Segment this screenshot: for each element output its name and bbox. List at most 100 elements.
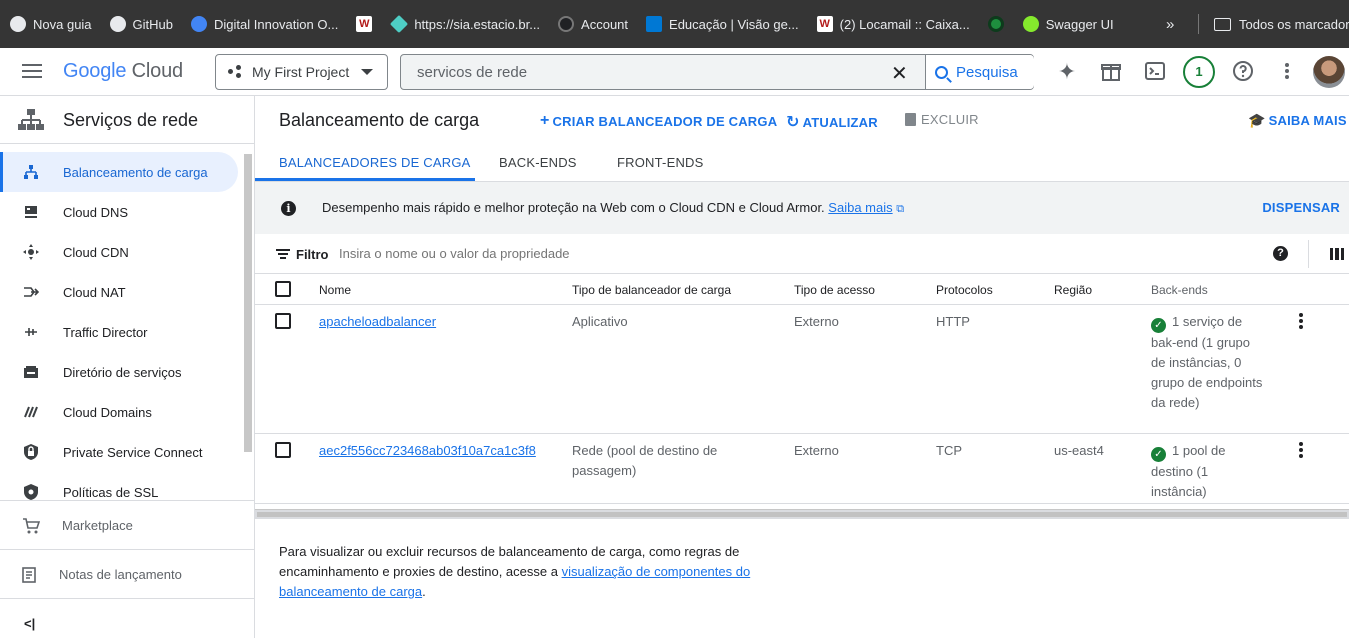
- learn-more-button[interactable]: 🎓 SAIBA MAIS: [1248, 112, 1347, 129]
- sidebar-item-label: Diretório de serviços: [63, 364, 182, 380]
- search-input[interactable]: [417, 64, 877, 81]
- sidebar-item-label: Políticas de SSL: [63, 484, 159, 500]
- sidebar-item-label: Balanceamento de carga: [63, 164, 208, 180]
- column-header-acesso[interactable]: Tipo de acesso: [794, 283, 875, 297]
- action-bar: Balanceamento de carga + CRIAR BALANCEAD…: [255, 96, 1349, 144]
- column-header-back-ends[interactable]: Back-ends: [1151, 283, 1208, 297]
- row-actions-icon[interactable]: [1299, 313, 1303, 331]
- bookmark-dio[interactable]: Digital Innovation O...: [181, 10, 346, 38]
- hamburger-menu-icon[interactable]: [22, 64, 42, 78]
- cloud-shell-icon[interactable]: [1143, 60, 1167, 84]
- close-icon[interactable]: ✕: [891, 61, 908, 86]
- lb-backends: ✓ 1 serviço de bak-end (1 grupo de instân…: [1151, 312, 1266, 413]
- logo-cloud: Cloud: [131, 60, 183, 82]
- column-header-tipo[interactable]: Tipo de balanceador de carga: [572, 283, 731, 297]
- sidebar-item-diretorio[interactable]: Diretório de serviços: [0, 352, 238, 392]
- help-icon[interactable]: ?: [1273, 246, 1288, 261]
- bookmark-label: GitHub: [132, 16, 174, 32]
- sidebar-item-label: Cloud NAT: [63, 284, 126, 300]
- gift-icon[interactable]: [1099, 60, 1123, 84]
- create-load-balancer-button[interactable]: + CRIAR BALANCEADOR DE CARGA: [540, 112, 777, 130]
- tab-front-ends[interactable]: FRONT-ENDS: [617, 155, 704, 170]
- bookmark-account[interactable]: Account: [548, 10, 636, 38]
- google-cloud-logo[interactable]: Google Cloud: [63, 60, 183, 83]
- sidebar-item-release-notes[interactable]: Notas de lançamento: [0, 549, 254, 599]
- filter-label: Filtro: [296, 247, 329, 262]
- row-checkbox[interactable]: [275, 442, 291, 458]
- column-header-regiao[interactable]: Região: [1054, 283, 1092, 297]
- sidebar-scrollbar[interactable]: [244, 154, 252, 452]
- row-actions-icon[interactable]: [1299, 442, 1303, 460]
- table-row: apacheloadbalancer Aplicativo Externo HT…: [255, 305, 1349, 434]
- delete-label: EXCLUIR: [921, 112, 979, 127]
- avatar[interactable]: [1313, 56, 1345, 88]
- sidebar-item-traffic-director[interactable]: Traffic Director: [0, 312, 238, 352]
- help-icon[interactable]: [1231, 60, 1255, 84]
- lb-backends: ✓ 1 pool de destino (1 instância): [1151, 441, 1251, 502]
- bookmark-label: https://sia.estacio.br...: [414, 16, 541, 32]
- info-icon: i: [281, 201, 296, 216]
- all-bookmarks-folder[interactable]: Todos os marcadores: [1214, 0, 1349, 48]
- bookmarks-bar: Nova guia GitHub Digital Innovation O...…: [0, 0, 1349, 48]
- banner-learn-more-link[interactable]: Saiba mais: [828, 200, 892, 215]
- more-vert-icon[interactable]: [1275, 60, 1299, 84]
- gemini-sparkle-icon[interactable]: ✦: [1055, 60, 1079, 84]
- sidebar-item-label: Private Service Connect: [63, 444, 203, 460]
- row-checkbox[interactable]: [275, 313, 291, 329]
- project-name: My First Project: [252, 64, 350, 80]
- tab-balanceadores[interactable]: BALANCEADORES DE CARGA: [279, 155, 471, 170]
- load-balancer-name-link[interactable]: apacheloadbalancer: [319, 312, 436, 332]
- search-button-label: Pesquisa: [956, 63, 1018, 81]
- sidebar-title: Serviços de rede: [63, 110, 199, 130]
- bookmark-nova-guia[interactable]: Nova guia: [0, 10, 100, 38]
- w-icon: W: [816, 16, 833, 32]
- sidebar-item-balanceamento[interactable]: Balanceamento de carga: [0, 152, 238, 192]
- tab-back-ends[interactable]: BACK-ENDS: [499, 155, 577, 170]
- bookmark-sia-estacio[interactable]: https://sia.estacio.br...: [381, 10, 548, 38]
- notifications-badge[interactable]: 1: [1183, 56, 1215, 88]
- column-header-protocolos[interactable]: Protocolos: [936, 283, 993, 297]
- sidebar-item-cloud-cdn[interactable]: Cloud CDN: [0, 232, 238, 272]
- bookmark-locamail[interactable]: W (2) Locamail :: Caixa...: [807, 10, 978, 38]
- page-title: Balanceamento de carga: [279, 110, 480, 130]
- main-content: Balanceamento de carga + CRIAR BALANCEAD…: [255, 96, 1349, 638]
- external-link-icon: ⧉: [896, 203, 905, 215]
- bookmark-github[interactable]: GitHub: [100, 10, 181, 38]
- bookmark-label: Educação | Visão ge...: [669, 16, 799, 32]
- sidebar-item-cloud-domains[interactable]: Cloud Domains: [0, 392, 238, 432]
- filter-input[interactable]: [339, 246, 1039, 261]
- all-bookmarks-label: Todos os marcadores: [1239, 16, 1349, 32]
- lb-type: Rede (pool de destino de passagem): [572, 443, 718, 478]
- bookmark-w[interactable]: W: [346, 10, 381, 38]
- sidebar-item-cloud-dns[interactable]: Cloud DNS: [0, 192, 238, 232]
- lb-protocol: HTTP: [936, 314, 970, 329]
- bookmark-educacao[interactable]: Educação | Visão ge...: [636, 10, 807, 38]
- select-all-checkbox[interactable]: [275, 281, 291, 297]
- collapse-sidebar-icon[interactable]: <|: [24, 616, 35, 631]
- sidebar-item-label: Traffic Director: [63, 324, 148, 340]
- sidebar-item-private-service-connect[interactable]: Private Service Connect: [0, 432, 238, 472]
- delete-button[interactable]: EXCLUIR: [905, 112, 979, 127]
- tab-bar: BALANCEADORES DE CARGA BACK-ENDS FRONT-E…: [255, 144, 1349, 182]
- sidebar-item-cloud-nat[interactable]: Cloud NAT: [0, 272, 238, 312]
- sidebar: Serviços de rede Balanceamento de carga …: [0, 96, 255, 638]
- refresh-label: ATUALIZAR: [802, 114, 878, 130]
- chevron-down-icon: [361, 69, 373, 75]
- column-display-icon[interactable]: [1330, 248, 1344, 260]
- search-button[interactable]: Pesquisa: [925, 55, 1034, 89]
- column-header-nome[interactable]: Nome: [319, 283, 351, 297]
- lb-protocol: TCP: [936, 443, 962, 458]
- sidebar-item-marketplace[interactable]: Marketplace: [0, 500, 254, 550]
- scrollbar-thumb[interactable]: [257, 512, 1347, 517]
- bookmark-swagger[interactable]: Swagger UI: [1013, 10, 1122, 38]
- horizontal-scrollbar[interactable]: [255, 509, 1349, 519]
- bookmark-green[interactable]: [978, 10, 1013, 38]
- traffic-director-icon: [22, 324, 39, 341]
- bookmark-label: Nova guia: [33, 16, 92, 32]
- dismiss-button[interactable]: DISPENSAR: [1262, 200, 1340, 215]
- more-bookmarks-icon[interactable]: »: [1166, 16, 1174, 33]
- load-balancer-name-link[interactable]: aec2f556cc723468ab03f10a7ca1c3f8: [319, 441, 536, 461]
- refresh-button[interactable]: ↻ ATUALIZAR: [786, 112, 878, 132]
- project-picker[interactable]: My First Project: [215, 54, 388, 90]
- diamond-icon: [390, 14, 409, 34]
